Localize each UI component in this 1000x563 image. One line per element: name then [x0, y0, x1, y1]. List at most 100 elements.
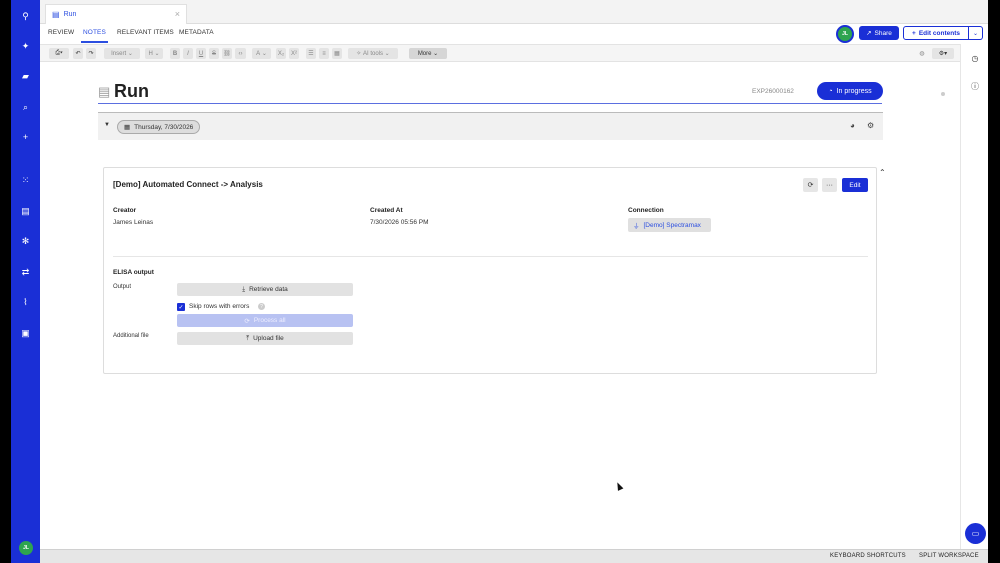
- elisa-output-label: ELISA output: [113, 269, 154, 276]
- editor-toolbar: ⎙▾ ↶ ↷ Insert ⌄ H ⌄ B I U S ⛓ ‹› A ⌄ X₂ …: [40, 44, 960, 62]
- process-all-button[interactable]: ⟳ Process all: [177, 314, 353, 327]
- refresh-icon: ⟳: [807, 182, 814, 189]
- gear-icon[interactable]: ⚙: [867, 121, 874, 130]
- info-icon[interactable]: ⓘ: [970, 81, 980, 91]
- upload-file-label: Upload file: [253, 335, 284, 342]
- strikethrough-button[interactable]: S: [209, 48, 219, 59]
- retrieve-data-button[interactable]: ⤓ Retrieve data: [177, 283, 353, 296]
- tab-review[interactable]: REVIEW: [48, 29, 74, 36]
- additional-file-label: Additional file: [113, 333, 149, 339]
- nav-user-avatar[interactable]: JL: [19, 541, 33, 555]
- gear-icon: ⚙▾: [938, 51, 948, 57]
- creator-value: James Leinas: [113, 219, 154, 226]
- keyboard-shortcuts-link[interactable]: KEYBOARD SHORTCUTS: [830, 553, 906, 559]
- footer-bar: KEYBOARD SHORTCUTS SPLIT WORKSPACE: [40, 549, 988, 563]
- upload-icon: ⤒: [246, 334, 250, 342]
- title-underline: [98, 103, 882, 104]
- superscript-button[interactable]: X²: [289, 48, 299, 59]
- chevron-up-icon[interactable]: ⌃: [879, 168, 886, 177]
- tab-metadata[interactable]: METADATA: [179, 29, 214, 36]
- briefcase-icon[interactable]: ▰: [11, 69, 40, 83]
- document-tab[interactable]: ▤ Run ×: [45, 4, 187, 24]
- bullet-list-button[interactable]: ☰: [306, 48, 316, 59]
- code-button[interactable]: ‹›: [235, 48, 246, 59]
- palette-icon[interactable]: ◕: [850, 121, 855, 130]
- plug-icon: ⏚: [633, 223, 640, 230]
- chart-icon[interactable]: ⌇: [11, 295, 40, 309]
- right-rail: ◷ ⓘ: [960, 44, 988, 549]
- table-button[interactable]: ▦: [332, 48, 342, 59]
- edit-contents-button[interactable]: + Edit contents: [903, 26, 969, 40]
- link-button[interactable]: ⛓: [222, 48, 232, 59]
- underline-button[interactable]: U: [196, 48, 206, 59]
- split-workspace-link[interactable]: SPLIT WORKSPACE: [919, 553, 979, 559]
- page-title[interactable]: Run: [114, 81, 149, 102]
- edit-contents-dropdown[interactable]: ⌄: [969, 26, 983, 40]
- search-icon[interactable]: ⌕: [11, 100, 40, 114]
- card-edit-button[interactable]: Edit: [842, 178, 868, 192]
- chat-button[interactable]: ▭: [965, 523, 986, 544]
- calendar-icon: ▦: [124, 124, 131, 131]
- history-icon[interactable]: ◷: [970, 53, 980, 63]
- experiment-id: EXP26000162: [752, 88, 794, 95]
- left-nav: ⚲ ✦ ▰ ⌕ + ⁙ ▤ ✻ ⇄ ⌇ ▣ JL: [11, 0, 40, 563]
- redo-button[interactable]: ↷: [86, 48, 96, 59]
- toolbar-settings-dropdown[interactable]: ⚙▾: [932, 48, 954, 59]
- share-button[interactable]: ↗ Share: [859, 26, 899, 40]
- bold-button[interactable]: B: [170, 48, 180, 59]
- mouse-cursor: [614, 481, 624, 491]
- retrieve-data-label: Retrieve data: [249, 286, 288, 293]
- heading-label: H: [148, 50, 153, 57]
- subscript-button[interactable]: X₂: [276, 48, 286, 59]
- jellyfish-logo-icon[interactable]: ⚲: [11, 9, 40, 23]
- sparkle-icon[interactable]: ✦: [11, 39, 40, 53]
- more-options-button[interactable]: ···: [822, 178, 837, 192]
- ai-tools-dropdown[interactable]: ✧ AI tools ⌄: [348, 48, 398, 59]
- plus-icon[interactable]: +: [11, 130, 40, 144]
- font-color-dropdown[interactable]: A ⌄: [252, 48, 271, 59]
- scroll-indicator[interactable]: [941, 92, 945, 96]
- user-avatar[interactable]: JL: [836, 25, 854, 43]
- letterbox-right: [988, 0, 1000, 563]
- print-button[interactable]: ⎙▾: [49, 48, 69, 59]
- code-icon: ‹›: [238, 50, 243, 57]
- upload-file-button[interactable]: ⤒ Upload file: [177, 332, 353, 345]
- notebook-icon[interactable]: ▤: [11, 204, 40, 218]
- download-icon: ⤓: [242, 285, 246, 293]
- refresh-button[interactable]: ⟳: [803, 178, 818, 192]
- insert-dropdown[interactable]: Insert ⌄: [104, 48, 140, 59]
- caret-down-icon[interactable]: ▼: [104, 122, 110, 128]
- chevron-down-icon: ⌄: [972, 30, 979, 37]
- numbered-list-button[interactable]: ≡: [319, 48, 329, 59]
- plus-icon: +: [912, 29, 916, 37]
- tab-relevant-items[interactable]: RELEVANT ITEMS: [117, 29, 174, 36]
- help-icon[interactable]: ?: [258, 303, 265, 310]
- chat-icon: ▭: [971, 529, 980, 538]
- more-dropdown[interactable]: More ⌄: [409, 48, 447, 59]
- tab-notes[interactable]: NOTES: [81, 29, 108, 43]
- numbered-list-icon: ≡: [322, 50, 326, 57]
- date-chip[interactable]: ▦ Thursday, 7/30/2026: [117, 120, 201, 134]
- undo-button[interactable]: ↶: [73, 48, 83, 59]
- section-tabs: REVIEW NOTES RELEVANT ITEMS METADATA: [40, 24, 960, 44]
- ai-tools-label: AI tools: [362, 50, 383, 57]
- workflow-icon[interactable]: ⇄: [11, 265, 40, 279]
- table-icon: ▦: [334, 51, 340, 57]
- status-button[interactable]: ◔ In progress: [817, 82, 883, 100]
- check-icon: ✓: [178, 304, 184, 311]
- close-icon[interactable]: ×: [175, 9, 180, 19]
- link-icon: ⛓: [223, 51, 231, 57]
- molecule-icon[interactable]: ✻: [11, 234, 40, 248]
- folder-icon[interactable]: ▣: [11, 326, 40, 340]
- italic-button[interactable]: I: [183, 48, 193, 59]
- output-label: Output: [113, 284, 132, 290]
- edit-contents-label: Edit contents: [918, 29, 960, 37]
- heading-dropdown[interactable]: H ⌄: [145, 48, 163, 59]
- connection-chip[interactable]: ⏚ [Demo] Spectramax: [628, 218, 711, 232]
- connection-value: [Demo] Spectramax: [643, 221, 701, 229]
- document-icon: ▤: [98, 84, 111, 99]
- process-all-label: Process all: [253, 317, 286, 324]
- apps-grid-icon[interactable]: ⁙: [11, 173, 40, 187]
- skip-rows-checkbox[interactable]: ✓: [177, 303, 185, 311]
- bullet-list-icon: ☰: [308, 51, 314, 57]
